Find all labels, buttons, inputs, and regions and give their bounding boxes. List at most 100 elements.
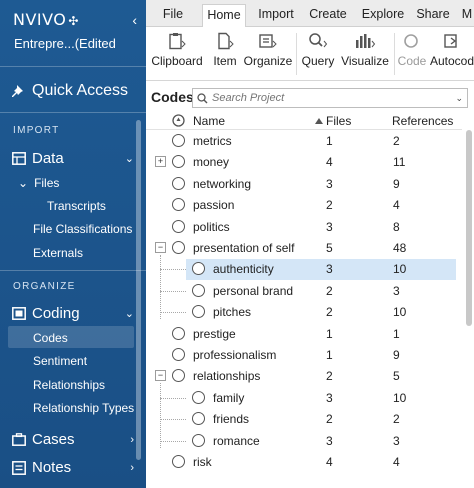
code-name: risk <box>193 455 212 469</box>
collapse-icon[interactable]: − <box>155 370 166 382</box>
sidebar-item-notes[interactable]: Notes › <box>12 459 134 476</box>
sidebar-item-transcripts[interactable]: Transcripts <box>47 199 106 213</box>
code-name: money <box>193 155 230 170</box>
column-references[interactable]: References <box>392 114 453 128</box>
sidebar-item-cases[interactable]: Cases › <box>12 431 134 448</box>
visualize-button[interactable]: Visualize <box>340 27 390 81</box>
item-button[interactable]: Item <box>208 27 242 81</box>
chevron-down-icon[interactable]: ⌄ <box>455 93 463 104</box>
code-files-count: 3 <box>326 176 333 191</box>
expand-icon[interactable]: + <box>155 156 166 168</box>
chevron-right-icon: › <box>130 433 134 446</box>
code-files-count: 2 <box>326 283 333 298</box>
code-row[interactable]: romance 3 3 <box>146 431 462 452</box>
code-files-count: 3 <box>326 262 333 277</box>
sidebar-item-coding[interactable]: Coding ⌄ <box>12 305 134 322</box>
sidebar-divider <box>0 270 146 271</box>
tab-create[interactable]: Create <box>306 4 350 27</box>
organize-button[interactable]: Organize <box>242 27 294 81</box>
code-row[interactable]: authenticity 3 10 <box>146 259 462 281</box>
quick-access-label: Quick Access <box>32 82 129 99</box>
visualize-icon <box>356 33 376 48</box>
code-node-icon <box>192 390 205 404</box>
autocode-label: Autocod <box>430 54 474 68</box>
tree-branch-line <box>160 290 186 292</box>
sidebar-item-codes[interactable]: Codes <box>33 331 68 345</box>
code-row[interactable]: family 3 10 <box>146 388 462 409</box>
sidebar-item-data[interactable]: Data ⌄ <box>12 150 134 167</box>
sidebar-item-files-label: Files <box>34 176 60 190</box>
code-name: metrics <box>193 134 232 148</box>
code-node-icon <box>172 348 185 361</box>
code-files-count: 4 <box>326 155 333 170</box>
code-row[interactable]: professionalism 1 9 <box>146 345 462 366</box>
autocode-button[interactable]: Autocod <box>430 27 474 81</box>
tab-more[interactable]: M <box>460 4 474 27</box>
quick-access-item[interactable]: Quick Access <box>12 82 128 100</box>
sidebar-item-cases-label: Cases <box>32 431 75 448</box>
code-row[interactable]: friends 2 2 <box>146 409 462 430</box>
code-row[interactable]: pitches 2 10 <box>146 302 462 323</box>
code-row[interactable]: − presentation of self 5 48 <box>146 238 462 259</box>
pin-icon <box>12 85 23 97</box>
tab-import[interactable]: Import <box>252 4 300 27</box>
code-row[interactable]: passion 2 4 <box>146 195 462 216</box>
code-files-count: 1 <box>326 348 333 362</box>
search-icon <box>197 92 208 104</box>
code-references-count: 10 <box>393 262 407 277</box>
sidebar-item-relationships[interactable]: Relationships <box>33 378 105 392</box>
code-row[interactable]: metrics 1 2 <box>146 131 462 152</box>
sort-asc-icon <box>315 118 323 124</box>
sidebar-item-sentiment[interactable]: Sentiment <box>33 354 87 368</box>
clipboard-button[interactable]: Clipboard <box>151 27 203 81</box>
sidebar-item-relationship-types[interactable]: Relationship Types <box>33 401 134 415</box>
clipboard-icon <box>169 32 186 49</box>
search-box[interactable]: ⌄ <box>192 88 468 108</box>
select-all-icon[interactable] <box>172 114 185 130</box>
code-references-count: 48 <box>393 241 407 255</box>
column-name[interactable]: Name <box>193 114 225 128</box>
code-references-count: 1 <box>393 326 400 341</box>
code-files-count: 4 <box>326 455 333 469</box>
code-row[interactable]: prestige 1 1 <box>146 324 462 345</box>
code-references-count: 4 <box>393 455 400 469</box>
collapse-icon[interactable]: − <box>155 242 166 253</box>
code-files-count: 1 <box>326 134 333 148</box>
code-references-count: 11 <box>393 155 406 170</box>
code-row[interactable]: − relationships 2 5 <box>146 366 462 387</box>
sidebar-divider <box>0 112 146 113</box>
query-button[interactable]: Query <box>300 27 336 81</box>
sidebar-item-externals[interactable]: Externals <box>33 246 83 260</box>
tree-branch-line <box>160 440 186 442</box>
sidebar-item-files[interactable]: ⌄ Files <box>18 176 59 190</box>
code-node-icon <box>172 155 185 169</box>
tab-file[interactable]: File <box>154 4 192 27</box>
column-files[interactable]: Files <box>315 114 351 128</box>
data-icon <box>12 152 26 165</box>
code-row[interactable]: + money 4 11 <box>146 152 462 173</box>
grid-scrollbar[interactable] <box>466 130 472 326</box>
sidebar-scrollbar[interactable] <box>136 120 141 460</box>
collapse-sidebar-icon[interactable]: ‹ <box>132 12 137 28</box>
code-references-count: 2 <box>393 134 400 148</box>
tab-share[interactable]: Share <box>414 4 452 27</box>
code-references-count: 9 <box>393 176 400 191</box>
navigation-sidebar: NVIVO ✣ ‹ Entrepre...(Edited Quick Access… <box>0 0 146 488</box>
code-button[interactable]: Code <box>396 27 428 81</box>
code-name: family <box>213 390 245 405</box>
code-node-icon <box>172 198 185 212</box>
tab-explore[interactable]: Explore <box>358 4 408 27</box>
item-label: Item <box>213 54 237 68</box>
code-row[interactable]: personal brand 2 3 <box>146 281 462 302</box>
chevron-down-icon: ⌄ <box>124 153 134 165</box>
search-input[interactable] <box>212 92 452 104</box>
code-row[interactable]: risk 4 4 <box>146 452 462 473</box>
code-row[interactable]: networking 3 9 <box>146 174 462 195</box>
tree-guide-line <box>160 255 161 320</box>
import-heading: IMPORT <box>13 125 60 136</box>
code-node-icon <box>172 241 185 254</box>
tree-guide-line <box>160 383 161 448</box>
sidebar-item-file-classifications[interactable]: File Classifications <box>33 222 132 236</box>
code-row[interactable]: politics 3 8 <box>146 217 462 238</box>
tab-home[interactable]: Home <box>202 4 246 27</box>
